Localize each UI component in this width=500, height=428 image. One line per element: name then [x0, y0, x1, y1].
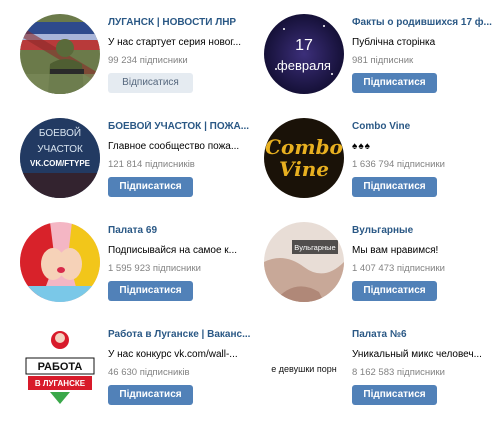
- subscribe-button[interactable]: Підписатися: [352, 385, 437, 405]
- subscribe-button[interactable]: Підписатися: [352, 281, 437, 301]
- boevoy-uchastok-icon: БОЕВОЙ УЧАСТОК VK.COM/FTYPE: [20, 118, 100, 198]
- unsubscribe-button[interactable]: Відписатися: [108, 73, 193, 93]
- group-avatar[interactable]: [20, 14, 100, 94]
- subscribe-button[interactable]: Підписатися: [108, 385, 193, 405]
- group-avatar[interactable]: Вульгарные: [264, 222, 344, 302]
- group-subscribers: 1 595 923 підписники: [108, 263, 201, 274]
- group-avatar[interactable]: Combo Vine: [264, 118, 344, 198]
- group-card: Вульгарные Вульгарные Мы вам нравимся! 1…: [264, 222, 500, 322]
- avatar-text: Вульгарные: [294, 243, 335, 252]
- group-card: Палата 69 Подписывайся на самое к... 1 5…: [20, 222, 265, 322]
- group-avatar[interactable]: е девушки порн: [264, 326, 344, 406]
- group-subscribers: 1 407 473 підписники: [352, 263, 445, 274]
- group-card: БОЕВОЙ УЧАСТОК VK.COM/FTYPE БОЕВОЙ УЧАСТ…: [20, 118, 265, 218]
- rabota-luganske-icon: РАБОТА В ЛУГАНСКЕ: [20, 326, 100, 406]
- group-subscribers: 99 234 підписники: [108, 55, 188, 66]
- 17-fevralya-icon: 17 февраля: [264, 14, 344, 94]
- group-description: У нас конкурс vk.com/wall-...: [108, 349, 238, 360]
- group-card: РАБОТА В ЛУГАНСКЕ Работа в Луганске | Ва…: [20, 326, 265, 426]
- subscribe-button[interactable]: Підписатися: [108, 177, 193, 197]
- subscribe-button[interactable]: Підписатися: [108, 281, 193, 301]
- avatar-text-1: БОЕВОЙ: [39, 126, 81, 139]
- group-avatar[interactable]: 17 февраля: [264, 14, 344, 94]
- group-name[interactable]: Combo Vine: [352, 121, 500, 132]
- group-description: Главное сообщество пожа...: [108, 141, 240, 152]
- group-subscribers: 981 підписник: [352, 55, 414, 66]
- vulgarnye-icon: Вульгарные: [264, 222, 344, 302]
- devushki-icon: е девушки порн: [264, 326, 344, 406]
- soldier-flag-icon: [20, 14, 100, 94]
- group-subscribers: 1 636 794 підписники: [352, 159, 445, 170]
- group-name[interactable]: Палата 69: [108, 225, 258, 236]
- avatar-text-1: РАБОТА: [38, 361, 83, 373]
- avatar-text-bottom: февраля: [277, 58, 331, 73]
- groups-grid: ЛУГАНСК | НОВОСТИ ЛНР У нас стартует сер…: [0, 0, 500, 428]
- avatar-text-1: Combo: [265, 135, 343, 159]
- subscribe-button[interactable]: Підписатися: [352, 177, 437, 197]
- group-name[interactable]: Вульгарные: [352, 225, 500, 236]
- group-description: Уникальный микс человеч...: [352, 349, 482, 360]
- group-description: ♠♠♠: [352, 141, 371, 152]
- group-card: е девушки порн Палата №6 Уникальный микс…: [264, 326, 500, 426]
- group-name[interactable]: Работа в Луганске | Ваканс...: [108, 329, 258, 340]
- subscribe-button[interactable]: Підписатися: [352, 73, 437, 93]
- group-name[interactable]: Факты о родившихся 17 ф...: [352, 17, 500, 28]
- group-avatar[interactable]: [20, 222, 100, 302]
- group-card: Combo Vine Combo Vine ♠♠♠ 1 636 794 підп…: [264, 118, 500, 218]
- combo-vine-icon: Combo Vine: [264, 118, 344, 198]
- group-avatar[interactable]: БОЕВОЙ УЧАСТОК VK.COM/FTYPE: [20, 118, 100, 198]
- group-subscribers: 46 630 підписників: [108, 367, 190, 378]
- group-name[interactable]: БОЕВОЙ УЧАСТОК | ПОЖА...: [108, 121, 258, 132]
- group-name[interactable]: ЛУГАНСК | НОВОСТИ ЛНР: [108, 17, 258, 28]
- group-subscribers: 8 162 583 підписники: [352, 367, 445, 378]
- avatar-text: е девушки порн: [271, 364, 336, 374]
- avatar-text-2: Vine: [279, 157, 329, 181]
- group-subscribers: 121 814 підписників: [108, 159, 195, 170]
- kissing-cartoon-icon: [20, 222, 100, 302]
- group-avatar[interactable]: РАБОТА В ЛУГАНСКЕ: [20, 326, 100, 406]
- avatar-text-top: 17: [295, 37, 313, 54]
- group-card: 17 февраля Факты о родившихся 17 ф... Пу…: [264, 14, 500, 114]
- group-description: У нас стартует серия новог...: [108, 37, 242, 48]
- avatar-text-2: УЧАСТОК: [37, 144, 83, 155]
- avatar-text-2: В ЛУГАНСКЕ: [35, 379, 86, 388]
- avatar-text-3: VK.COM/FTYPE: [30, 159, 91, 168]
- group-name[interactable]: Палата №6: [352, 329, 500, 340]
- group-card: ЛУГАНСК | НОВОСТИ ЛНР У нас стартует сер…: [20, 14, 265, 114]
- group-description: Публічна сторінка: [352, 37, 436, 48]
- group-description: Подписывайся на самое к...: [108, 245, 238, 256]
- group-description: Мы вам нравимся!: [352, 245, 439, 256]
